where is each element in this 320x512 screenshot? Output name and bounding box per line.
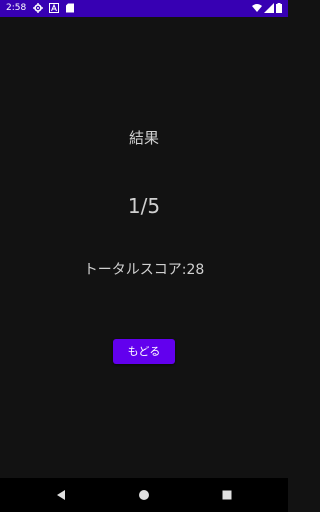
settings-icon [33, 3, 43, 13]
sd-card-icon [65, 3, 75, 13]
signal-icon [264, 3, 274, 13]
recents-square-icon[interactable] [220, 488, 234, 502]
wifi-icon [252, 3, 262, 13]
battery-icon [276, 3, 282, 13]
result-score: 1/5 [127, 194, 161, 218]
navigation-bar [0, 478, 288, 512]
total-score: トータルスコア:28 [83, 262, 205, 278]
notification-a-icon [49, 3, 59, 13]
back-button[interactable]: もどる [113, 339, 175, 364]
status-time: 2:58 [6, 3, 27, 13]
app-screen: 2:58 結果 1/5 トータルスコア:28 もどる [0, 0, 288, 512]
status-bar: 2:58 [0, 0, 288, 17]
result-title: 結果 [128, 129, 159, 147]
back-triangle-icon[interactable] [54, 488, 68, 502]
home-circle-icon[interactable] [137, 488, 151, 502]
